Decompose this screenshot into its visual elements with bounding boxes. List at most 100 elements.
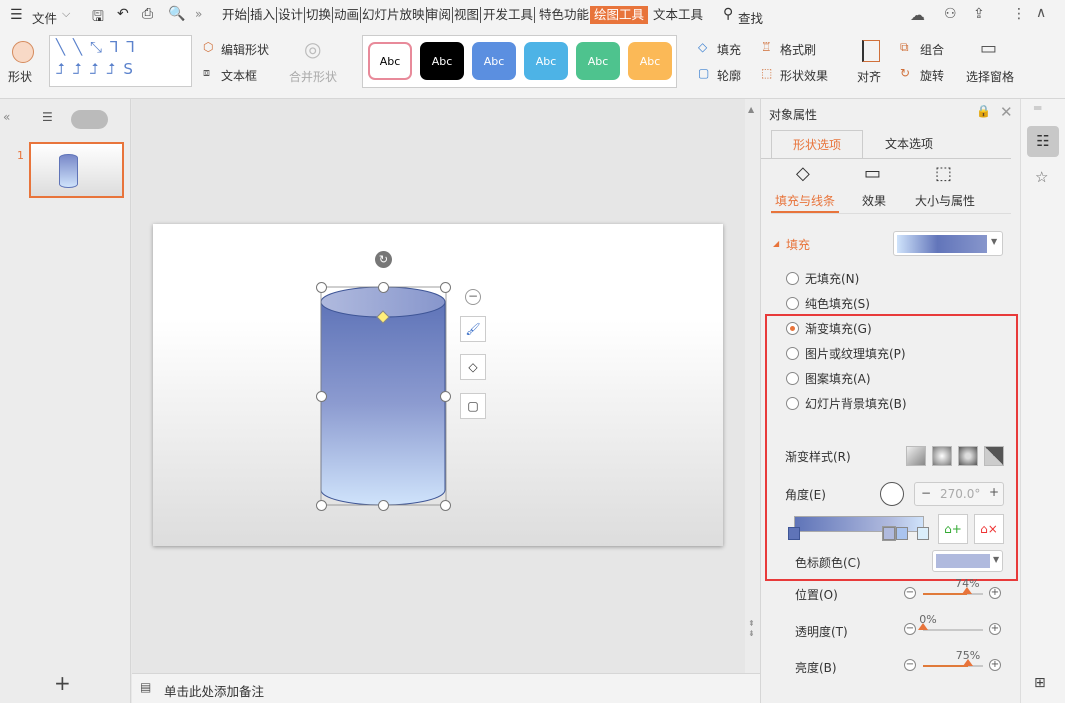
- style-swatch[interactable]: Abc: [472, 42, 516, 80]
- selection-pane-button[interactable]: 选择窗格: [966, 68, 1014, 85]
- add-slide-icon[interactable]: +: [54, 671, 71, 695]
- slide-view-toggle[interactable]: [71, 110, 108, 129]
- style-swatch[interactable]: Abc: [576, 42, 620, 80]
- gradient-stop-selected[interactable]: [882, 526, 896, 541]
- fill-button[interactable]: 填充: [717, 41, 741, 58]
- style-swatch[interactable]: Abc: [524, 42, 568, 80]
- tab-view[interactable]: 视图: [453, 7, 482, 23]
- outline-view-icon[interactable]: ☰: [42, 110, 53, 124]
- gradient-stop[interactable]: [917, 527, 929, 540]
- notes-placeholder[interactable]: 单击此处添加备注: [164, 681, 264, 700]
- gradient-stop[interactable]: [788, 527, 800, 540]
- resize-handle[interactable]: [316, 500, 327, 511]
- rotate-button[interactable]: 旋转: [920, 67, 944, 84]
- shapes-button[interactable]: 形状: [8, 68, 32, 85]
- preview-icon[interactable]: 🔍: [168, 6, 185, 22]
- tab-developer[interactable]: 开发工具: [482, 7, 536, 23]
- outline-button[interactable]: 轮廓: [717, 67, 741, 84]
- resize-handle[interactable]: [316, 391, 327, 402]
- share-icon[interactable]: ⇪: [973, 6, 985, 22]
- collapse-ribbon-icon[interactable]: ∧: [1036, 5, 1046, 21]
- pane-title[interactable]: 对象属性: [769, 106, 817, 123]
- grid-apps-icon[interactable]: ⊞: [1034, 675, 1046, 691]
- resize-handle[interactable]: [378, 500, 389, 511]
- cylinder-shape[interactable]: [132, 99, 745, 673]
- search-button[interactable]: 查找: [738, 8, 763, 27]
- transparency-slider[interactable]: 0%: [918, 613, 983, 631]
- notes-bar[interactable]: ▤ 单击此处添加备注: [132, 673, 760, 703]
- style-swatch[interactable]: Abc: [628, 42, 672, 80]
- lock-icon[interactable]: 🔒: [976, 104, 991, 118]
- tab-shape-options[interactable]: 形状选项: [771, 130, 863, 159]
- tab-start[interactable]: 开始: [221, 7, 250, 23]
- subtab-fill-line[interactable]: 填充与线条: [775, 192, 835, 209]
- tab-design[interactable]: 设计: [277, 7, 306, 23]
- slide-thumbnail[interactable]: [29, 142, 124, 198]
- add-gradient-stop-button[interactable]: ⌂+: [938, 514, 968, 544]
- tab-text-options[interactable]: 文本选项: [863, 130, 955, 159]
- hamburger-icon[interactable]: ☰: [10, 7, 23, 23]
- stop-color-dropdown[interactable]: ▼: [932, 550, 1003, 572]
- angle-value[interactable]: 270.0°: [940, 487, 980, 501]
- angle-decrement[interactable]: −: [921, 486, 931, 500]
- gradient-rect-button[interactable]: [958, 446, 978, 466]
- file-menu[interactable]: 文件: [32, 8, 57, 27]
- style-brush-button[interactable]: 🖌: [460, 316, 486, 342]
- style-swatch[interactable]: Abc: [368, 42, 412, 80]
- save-icon[interactable]: 🖫: [92, 6, 104, 30]
- resize-handle[interactable]: [440, 282, 451, 293]
- resize-handle[interactable]: [316, 282, 327, 293]
- gradient-stop[interactable]: [896, 527, 908, 540]
- gradient-linear-button[interactable]: [906, 446, 926, 466]
- radio-no-fill[interactable]: 无填充(N): [786, 270, 859, 287]
- position-decrement[interactable]: −: [904, 587, 916, 599]
- edit-shape-button[interactable]: 编辑形状: [221, 41, 269, 58]
- tab-animation[interactable]: 动画: [333, 7, 362, 23]
- align-button[interactable]: 对齐: [857, 68, 881, 85]
- collapse-panel-icon[interactable]: «: [3, 110, 10, 124]
- subtab-effects[interactable]: 效果: [862, 192, 886, 209]
- transparency-decrement[interactable]: −: [904, 623, 916, 635]
- user-add-icon[interactable]: ⚇: [944, 6, 957, 22]
- fill-section-title[interactable]: 填充: [786, 236, 810, 253]
- angle-increment[interactable]: +: [989, 485, 999, 499]
- tab-drawing-tools[interactable]: 绘图工具: [590, 6, 649, 24]
- close-icon[interactable]: ✕: [1000, 103, 1013, 121]
- collapse-triangle-icon[interactable]: ◢: [773, 239, 779, 248]
- collapse-float-toolbar-icon[interactable]: −: [465, 289, 481, 305]
- more-icon[interactable]: »: [195, 7, 202, 21]
- shape-effects-button[interactable]: 形状效果: [780, 67, 828, 84]
- search-icon[interactable]: ⚲: [723, 6, 733, 22]
- radio-solid-fill[interactable]: 纯色填充(S): [786, 295, 870, 312]
- vertical-scrollbar[interactable]: ▲ ⇞ ⇟: [745, 99, 760, 673]
- more-vertical-icon[interactable]: ⋮: [1012, 6, 1026, 22]
- position-slider[interactable]: 74%: [923, 577, 983, 595]
- cloud-icon[interactable]: ☁: [910, 6, 925, 24]
- brightness-slider[interactable]: 75%: [923, 649, 983, 667]
- animation-star-icon[interactable]: ☆: [1035, 168, 1048, 186]
- tab-slideshow[interactable]: 幻灯片放映: [361, 7, 427, 23]
- text-box-button[interactable]: 文本框: [221, 67, 257, 84]
- resize-handle[interactable]: [440, 391, 451, 402]
- angle-dial[interactable]: [880, 482, 904, 506]
- outline-button[interactable]: ▢: [460, 393, 486, 419]
- subtab-size-properties[interactable]: 大小与属性: [915, 192, 975, 209]
- page-nav-icon[interactable]: ⇞ ⇟: [748, 619, 755, 639]
- tab-review[interactable]: 审阅: [425, 7, 454, 23]
- delete-gradient-stop-button[interactable]: ⌂×: [974, 514, 1004, 544]
- resize-handle[interactable]: [440, 500, 451, 511]
- style-swatch[interactable]: Abc: [420, 42, 464, 80]
- resize-handle[interactable]: [378, 282, 389, 293]
- chevron-down-icon[interactable]: ⌵: [62, 7, 70, 21]
- gradient-radial-button[interactable]: [932, 446, 952, 466]
- fill-button[interactable]: ◇: [460, 354, 486, 380]
- tab-transition[interactable]: 切换: [305, 7, 334, 23]
- rotate-handle[interactable]: ↻: [375, 251, 392, 268]
- merge-shape-button[interactable]: 合并形状: [289, 68, 337, 85]
- gradient-path-button[interactable]: [984, 446, 1004, 466]
- undo-icon[interactable]: ↶: [117, 6, 129, 22]
- transparency-increment[interactable]: +: [989, 623, 1001, 635]
- line-shapes-gallery[interactable]: ╲╲⤡⅂⅂ ⮥⮥⮥⮥S: [49, 35, 192, 87]
- drag-handle-icon[interactable]: ═: [1034, 101, 1041, 115]
- properties-settings-icon[interactable]: ☷: [1027, 126, 1059, 157]
